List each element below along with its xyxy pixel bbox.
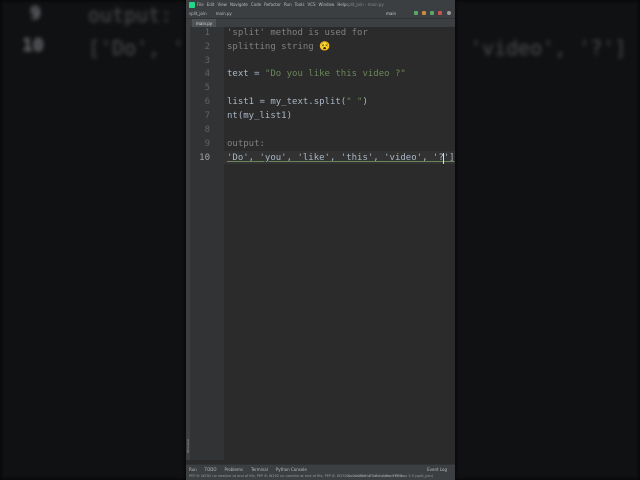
code-string: "Do you like this video ?" <box>264 69 406 79</box>
code-token: ) <box>362 97 368 107</box>
todo-tool-button[interactable]: TODO <box>205 467 217 472</box>
code-line-4: text = "Do you like this video ?" <box>227 69 406 79</box>
line-number: 7 <box>204 111 210 121</box>
code-token: list1 = my_text.split( <box>227 97 347 107</box>
menu-refactor[interactable]: Refactor <box>264 2 281 7</box>
problems-tool-button[interactable]: Problems <box>225 467 243 472</box>
menu-view[interactable]: View <box>217 2 227 7</box>
search-icon[interactable] <box>447 11 451 15</box>
text-caret <box>443 153 444 164</box>
stop-icon[interactable] <box>438 11 442 15</box>
run-config-selector[interactable]: main <box>386 11 396 16</box>
background-blur-right: 'video', '?'] <box>455 0 640 480</box>
ide-window: File Edit View Navigate Code Refactor Ru… <box>186 0 455 480</box>
line-number: 3 <box>204 56 210 66</box>
code-line-7: nt(my_list1) <box>227 111 293 121</box>
status-info[interactable]: 10:44 CRLF UTF-8 4 spaces Python 3.9 (sp… <box>346 474 433 478</box>
menu-code[interactable]: Code <box>251 2 261 7</box>
menu-tools[interactable]: Tools <box>295 2 305 7</box>
code-editor[interactable]: ▲3 'split' method is used for splitting … <box>224 27 455 460</box>
python-console-tool-button[interactable]: Python Console <box>276 467 307 472</box>
run-icon[interactable] <box>414 11 418 15</box>
menu-window[interactable]: Window <box>319 2 335 7</box>
pycharm-logo-icon <box>189 1 195 8</box>
debug-icon[interactable] <box>422 11 426 15</box>
tab-label: main.py <box>196 20 213 26</box>
line-number: 9 <box>204 139 210 149</box>
bg-line-number-9: 9 <box>30 3 41 24</box>
bg-text-left: ['Do', ' <box>88 36 185 60</box>
menu-edit[interactable]: Edit <box>207 2 215 7</box>
menu-navigate[interactable]: Navigate <box>230 2 248 7</box>
status-bar: PEP 8: W292 no newline at end of file, P… <box>186 472 455 480</box>
line-number: 1 <box>204 28 210 38</box>
code-token: text = <box>227 69 265 79</box>
bg-line-number-10: 10 <box>22 35 44 56</box>
event-log-button[interactable]: Event Log <box>427 467 447 472</box>
line-number: 2 <box>204 42 210 52</box>
line-number: 8 <box>204 125 210 135</box>
line-number-gutter: 1 2 3 4 5 6 7 8 9 10 <box>190 27 224 460</box>
run-tool-button[interactable]: Run <box>189 467 197 472</box>
bg-text-output: output: <box>88 3 173 27</box>
code-string: " " <box>346 97 363 107</box>
navigation-bar: split_join main.py main <box>186 9 455 19</box>
code-line-1: 'split' method is used for <box>227 28 368 38</box>
code-line-9: output: <box>227 139 265 149</box>
window-title: split_join - main.py <box>346 2 384 7</box>
line-number: 4 <box>204 69 210 79</box>
terminal-tool-button[interactable]: Terminal <box>251 467 268 472</box>
menu-bar: File Edit View Navigate Code Refactor Ru… <box>186 0 455 9</box>
menu-file[interactable]: File <box>197 2 204 7</box>
coverage-icon[interactable] <box>430 11 434 15</box>
background-blur-left: 9 output: 10 ['Do', ' <box>0 0 186 480</box>
bg-text-right: 'video', '?'] <box>470 36 627 60</box>
code-line-2: splitting string 😵 <box>227 42 331 52</box>
line-number-current: 10 <box>199 153 210 163</box>
line-number: 5 <box>204 83 210 93</box>
menu-run[interactable]: Run <box>284 2 292 7</box>
breadcrumb-file[interactable]: main.py <box>216 11 232 16</box>
line-number: 6 <box>204 97 210 107</box>
breadcrumb-project[interactable]: split_join <box>189 11 207 16</box>
code-line-6: list1 = my_text.split(" ") <box>227 97 368 107</box>
editor-tab-bar: main.py <box>190 19 455 28</box>
menu-vcs[interactable]: VCS <box>307 2 315 7</box>
code-line-10: 'Do', 'you', 'like', 'this', 'video', '?… <box>227 153 455 163</box>
